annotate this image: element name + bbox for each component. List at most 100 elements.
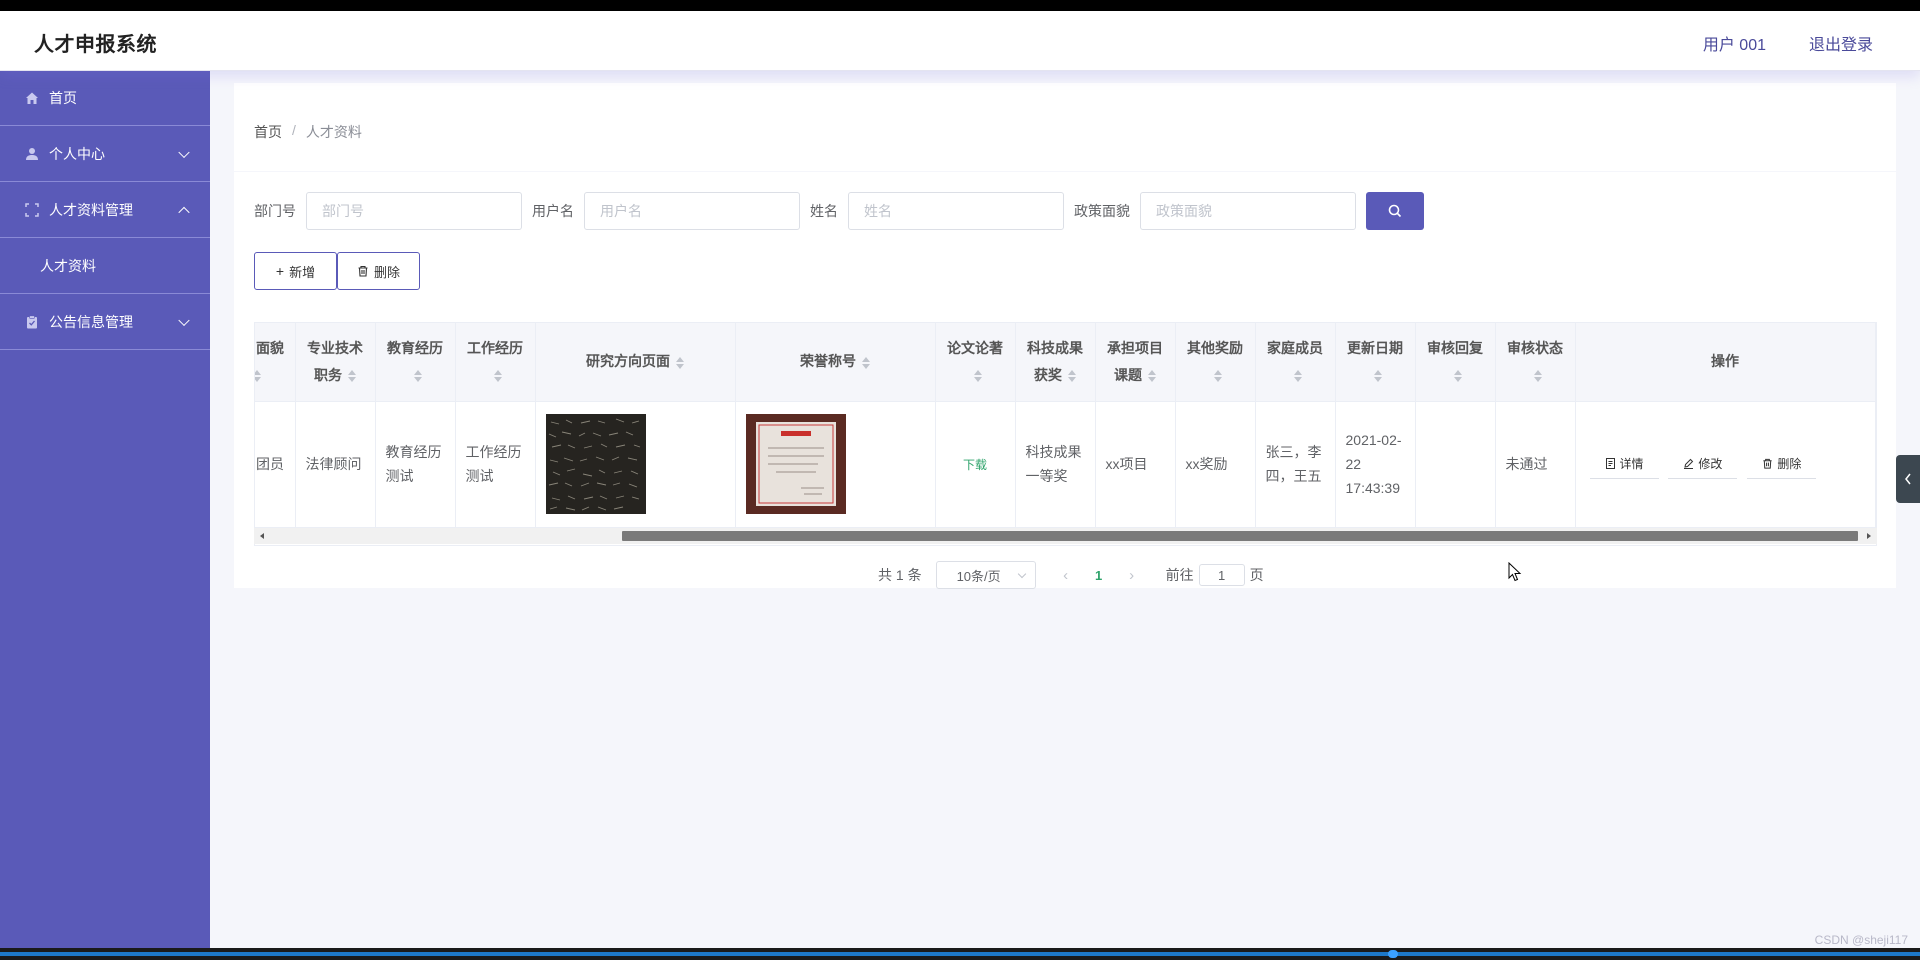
name-input[interactable] [848,192,1064,230]
delete-button[interactable]: 删除 [337,252,420,290]
download-link[interactable]: 下载 [963,458,987,472]
add-button[interactable]: + 新增 [254,252,337,290]
sort-icon[interactable] [1214,370,1222,383]
sort-icon[interactable] [414,370,422,383]
column-header[interactable]: 工作经历 [455,323,536,402]
cell-education: 教育经历测试 [375,401,456,528]
cell-reply [1415,401,1496,528]
cell-other-award: xx奖励 [1175,401,1256,528]
column-header[interactable]: 教育经历 [375,323,456,402]
sidebar-item-personal[interactable]: 个人中心 [0,126,210,182]
mouse-cursor [1508,561,1522,585]
sidebar-item-label: 个人中心 [49,145,105,162]
edit-button[interactable]: 修改 [1668,449,1738,479]
column-header[interactable]: 审核回复 [1415,323,1496,402]
sidebar-subitem-talent-data[interactable]: 人才资料 [0,238,210,294]
chevron-left-icon [1905,473,1911,485]
column-header[interactable]: 荣誉称号 [735,323,936,402]
goto-page-input[interactable] [1198,564,1245,586]
toolbar: + 新增 删除 [254,252,420,290]
sort-icon[interactable] [974,370,982,383]
sidebar-item-label: 人才资料管理 [49,201,133,218]
research-thumbnail[interactable] [545,414,646,514]
column-header[interactable]: 家庭成员 [1255,323,1336,402]
cell-honor-image [735,401,936,528]
side-drawer-toggle[interactable] [1896,455,1920,503]
breadcrumb-separator: / [292,122,296,138]
scroll-right-icon[interactable] [1867,533,1871,539]
sidebar-item-notice-management[interactable]: 公告信息管理 [0,294,210,350]
column-header[interactable]: 科技成果获奖 [1015,323,1096,402]
chevron-down-icon [1017,569,1026,579]
column-header[interactable]: 其他奖励 [1175,323,1256,402]
column-header[interactable]: 专业技术职务 [295,323,376,402]
breadcrumb-home[interactable]: 首页 [254,122,282,142]
sort-icon[interactable] [1454,370,1462,383]
username-label: 用户名 [532,203,574,219]
cell-research-image [535,401,736,528]
scrollbar-thumb[interactable] [622,531,1858,541]
table-horizontal-scrollbar[interactable] [254,528,1877,544]
sort-icon[interactable] [348,370,356,383]
watermark: CSDN @sheji117 [1814,933,1908,947]
next-page-button[interactable]: › [1120,567,1144,584]
sort-icon[interactable] [1068,370,1076,383]
scroll-left-icon[interactable] [260,533,264,539]
table-row: 团员 法律顾问 教育经历测试 工作经历测试 下载 科技成果一等奖 xx项目 xx… [255,401,1876,528]
detail-button[interactable]: 详情 [1589,449,1659,479]
pagination: 共 1 条 10条/页 ‹ 1 › 前往 页 [878,560,1264,590]
name-label: 姓名 [810,203,838,219]
table-header-row: 面貌 专业技术职务 教育经历 工作经历 研究方向页面 荣誉称号 论文论著 科技成… [255,323,1876,402]
sort-icon[interactable] [494,370,502,383]
column-header[interactable]: 面貌 [255,323,296,402]
edit-icon [1684,458,1694,469]
bottom-strip [0,948,1920,960]
cell-project: xx项目 [1095,401,1176,528]
sort-icon[interactable] [1374,370,1382,383]
prev-page-button[interactable]: ‹ [1054,567,1078,584]
column-header-actions: 操作 [1575,323,1876,402]
sort-icon[interactable] [1534,370,1542,383]
column-header[interactable]: 审核状态 [1495,323,1576,402]
honor-certificate-thumbnail[interactable] [745,414,846,514]
politics-label: 政策面貌 [1074,203,1130,219]
home-icon [24,90,40,106]
cell-paper: 下载 [935,401,1016,528]
column-header[interactable]: 更新日期 [1335,323,1416,402]
search-form: 部门号 用户名 姓名 政策面貌 [254,192,1424,230]
document-icon [1605,458,1615,469]
column-header[interactable]: 研究方向页面 [535,323,736,402]
cell-work: 工作经历测试 [455,401,536,528]
column-header[interactable]: 论文论著 [935,323,1016,402]
chevron-down-icon [178,314,190,326]
sidebar-item-home[interactable]: 首页 [0,71,210,126]
sort-icon[interactable] [255,370,261,383]
clipboard-icon [24,314,40,330]
row-delete-button[interactable]: 删除 [1747,449,1817,479]
politics-input[interactable] [1140,192,1356,230]
user-icon [24,146,40,162]
dept-input[interactable] [306,192,522,230]
sidebar-item-label: 首页 [49,90,77,106]
sort-icon[interactable] [1294,370,1302,383]
data-table: 面貌 专业技术职务 教育经历 工作经历 研究方向页面 荣誉称号 论文论著 科技成… [254,322,1877,546]
cell-politics: 团员 [255,401,296,528]
sort-icon[interactable] [862,356,870,369]
logout-link[interactable]: 退出登录 [1809,31,1873,55]
goto-prefix: 前往 [1165,567,1194,583]
plus-icon: + [275,263,285,279]
page-size-select[interactable]: 10条/页 [935,561,1036,589]
search-button[interactable] [1366,192,1424,230]
page-number-current[interactable]: 1 [1086,568,1112,583]
trash-icon [358,265,368,277]
sort-icon[interactable] [1148,370,1156,383]
sidebar-item-talent-management[interactable]: 人才资料管理 [0,182,210,238]
column-header[interactable]: 承担项目课题 [1095,323,1176,402]
main-content-card: 部门号 用户名 姓名 政策面貌 + 新增 删除 [234,172,1896,590]
breadcrumb: 首页 / 人才资料 [254,122,362,142]
delete-button-label: 删除 [373,264,400,280]
sidebar: 首页 个人中心 人才资料管理 人才资料 公告信息管理 [0,71,210,948]
app-title: 人才申报系统 [34,34,157,56]
sort-icon[interactable] [676,356,684,369]
username-input[interactable] [584,192,800,230]
